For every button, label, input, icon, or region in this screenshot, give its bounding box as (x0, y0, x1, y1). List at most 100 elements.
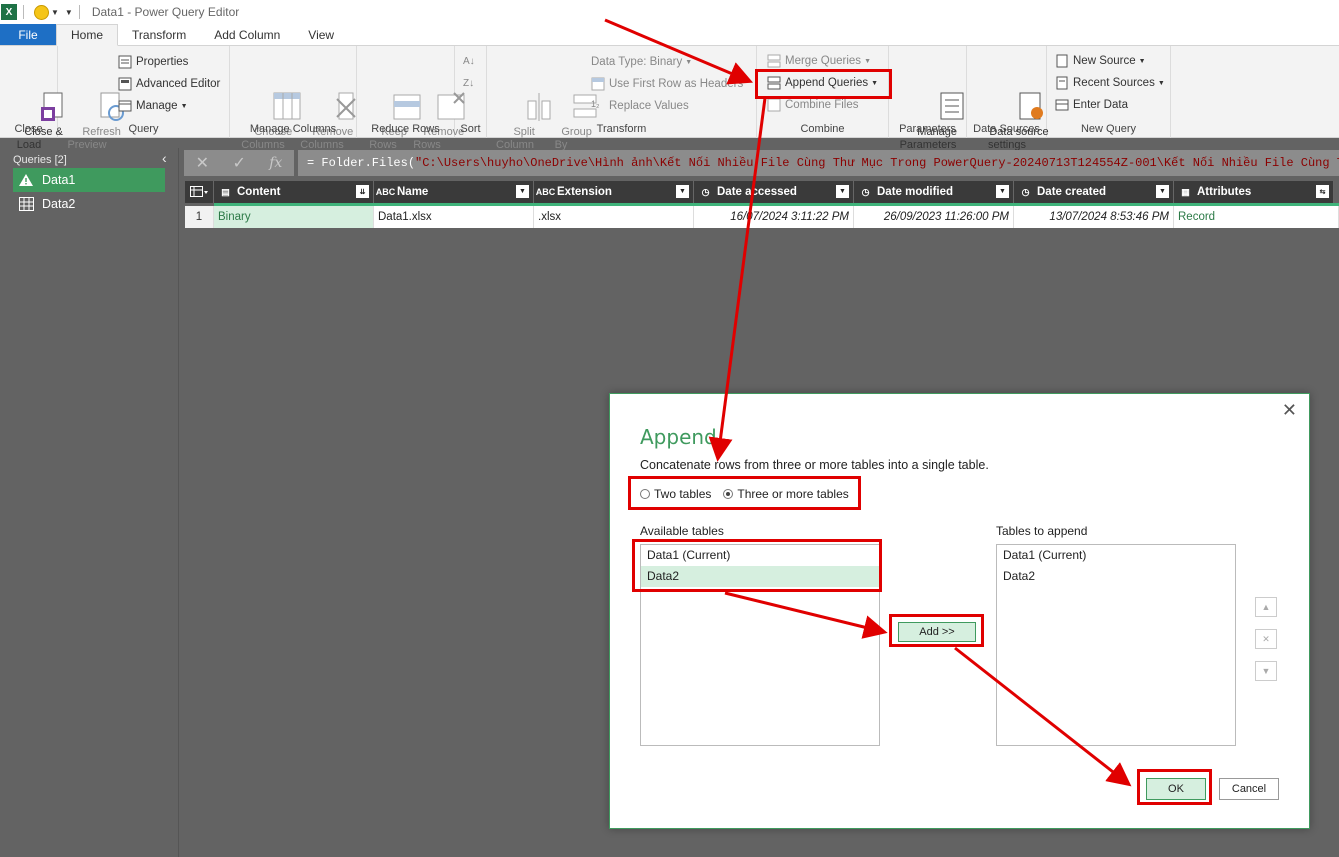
expand-column-icon[interactable]: ⇆ (1316, 185, 1329, 198)
cancel-formula-icon[interactable]: ✕ (196, 153, 209, 173)
filter-dropdown-icon[interactable]: ▼ (676, 185, 689, 198)
formula-input[interactable]: = Folder.Files("C:\Users\huyho\OneDrive\… (298, 150, 1339, 176)
sort-ascending-icon[interactable]: A↓ (463, 52, 475, 70)
column-title: Date accessed (717, 186, 797, 198)
column-header-name[interactable]: ABC Name ▼ (374, 181, 534, 203)
data-type-label: Data Type: Binary (591, 56, 683, 68)
cell-name[interactable]: Data1.xlsx (374, 206, 534, 228)
tab-home[interactable]: Home (56, 24, 119, 46)
list-item[interactable]: Data1 (Current) (641, 545, 879, 566)
close-icon[interactable]: ✕ (1282, 400, 1297, 421)
table-menu-button[interactable] (185, 181, 214, 203)
enter-data-icon (1055, 99, 1069, 111)
data-grid: ▤ Content ⇊ ABC Name ▼ ABC Extension ▼ ◷ Date a… (185, 181, 1339, 229)
ribbon-tabs: File Home Transform Add Column View (0, 24, 1339, 46)
group-manage-columns: Choose Columns Remove Columns Manage Col… (230, 46, 357, 151)
tab-transform[interactable]: Transform (118, 24, 200, 45)
filter-dropdown-icon[interactable]: ▼ (516, 185, 529, 198)
recent-sources-button[interactable]: Recent Sources ▼ (1055, 74, 1165, 92)
table-icon (19, 197, 34, 211)
function-icon[interactable]: fx (269, 155, 282, 171)
move-down-icon[interactable]: ▼ (1255, 661, 1277, 681)
radio-three-or-more[interactable] (723, 489, 734, 499)
text-type-icon: ABC (535, 187, 556, 197)
manage-button[interactable]: Manage ▼ (118, 97, 188, 115)
radio-two-tables[interactable] (640, 489, 650, 499)
data-type-dropdown[interactable]: Data Type: Binary ▼ (591, 53, 692, 71)
append-dialog: ✕ Append Concatenate rows from three or … (609, 393, 1310, 829)
collapse-pane-icon[interactable]: ‹ (162, 150, 167, 166)
column-header-content[interactable]: ▤ Content ⇊ (214, 181, 374, 203)
advanced-editor-button[interactable]: Advanced Editor (118, 75, 220, 93)
list-item[interactable]: Data1 (Current) (997, 545, 1235, 566)
group-parameters: Manage Parameters Parameters (889, 46, 967, 151)
divider (78, 5, 80, 19)
table-count-options: Two tables Three or more tables (640, 487, 849, 501)
cell-date-accessed[interactable]: 16/07/2024 3:11:22 PM (694, 206, 854, 228)
remove-item-icon[interactable]: ✕ (1255, 629, 1277, 649)
divider (23, 5, 24, 19)
move-up-icon[interactable]: ▲ (1255, 597, 1277, 617)
refresh-icon (72, 78, 125, 121)
list-item[interactable]: Data2 (997, 566, 1235, 587)
recent-sources-label: Recent Sources (1073, 77, 1155, 89)
title-bar: X ▼ ▼ Data1 - Power Query Editor (0, 0, 1339, 24)
properties-label: Properties (136, 56, 189, 68)
qat-customize-icon[interactable]: ▼ (65, 8, 73, 17)
list-item[interactable]: Data2 (641, 566, 879, 587)
available-tables-list[interactable]: Data1 (Current) Data2 (640, 544, 880, 746)
use-first-row-button[interactable]: Use First Row as Headers (591, 75, 743, 93)
expand-column-icon[interactable]: ⇊ (356, 185, 369, 198)
properties-button[interactable]: Properties (118, 53, 188, 71)
sort-descending-icon[interactable]: Z↓ (463, 74, 474, 92)
column-title: Content (237, 186, 281, 198)
cell-date-modified[interactable]: 26/09/2023 11:26:00 PM (854, 206, 1014, 228)
merge-queries-button[interactable]: Merge Queries ▼ (767, 52, 871, 70)
row-number: 1 (185, 206, 214, 228)
filter-dropdown-icon[interactable]: ▼ (1156, 185, 1169, 198)
column-header-date-created[interactable]: ◷ Date created ▼ (1014, 181, 1174, 203)
chevron-down-icon: ▼ (871, 79, 879, 87)
column-header-attributes[interactable]: ▦ Attributes ⇆ (1174, 181, 1334, 203)
add-button[interactable]: Add >> (898, 622, 976, 642)
cell-attributes[interactable]: Record (1174, 206, 1339, 228)
cell-date-created[interactable]: 13/07/2024 8:53:46 PM (1014, 206, 1174, 228)
enter-data-button[interactable]: Enter Data (1055, 96, 1128, 114)
chevron-down-icon: ▼ (1157, 79, 1165, 87)
column-title: Date created (1037, 186, 1107, 198)
new-source-button[interactable]: New Source ▼ (1055, 52, 1146, 70)
formula-prefix: = Folder.Files( (307, 156, 416, 170)
record-type-icon: ▦ (1181, 186, 1190, 197)
cell-content[interactable]: Binary (214, 206, 374, 228)
tables-to-append-list[interactable]: Data1 (Current) Data2 (996, 544, 1236, 746)
tab-view[interactable]: View (294, 24, 348, 45)
replace-values-button[interactable]: 1₂ Replace Values (591, 97, 689, 115)
column-header-extension[interactable]: ABC Extension ▼ (534, 181, 694, 203)
filter-dropdown-icon[interactable]: ▼ (836, 185, 849, 198)
manage-label: Manage (136, 100, 178, 112)
combine-files-icon (767, 98, 781, 112)
cancel-button[interactable]: Cancel (1219, 778, 1279, 800)
combine-files-button[interactable]: Combine Files (767, 96, 859, 114)
append-queries-button[interactable]: Append Queries ▼ (767, 74, 878, 92)
tab-file[interactable]: File (0, 24, 56, 45)
query-item-data1[interactable]: Data1 (13, 168, 165, 192)
excel-logo-icon: X (1, 4, 17, 20)
filter-dropdown-icon[interactable]: ▼ (996, 185, 1009, 198)
group-label-query: Query (128, 123, 159, 135)
group-label-parameters: Parameters (899, 123, 956, 135)
advanced-editor-label: Advanced Editor (136, 78, 221, 90)
table-icon (190, 186, 208, 197)
ok-button[interactable]: OK (1146, 778, 1206, 800)
cell-extension[interactable]: .xlsx (534, 206, 694, 228)
query-item-data2[interactable]: Data2 (13, 192, 165, 216)
feedback-smiley-icon[interactable] (34, 4, 49, 20)
column-header-date-accessed[interactable]: ◷ Date accessed ▼ (694, 181, 854, 203)
advanced-editor-icon (118, 77, 132, 91)
tab-add-column[interactable]: Add Column (200, 24, 294, 45)
radio-three-label: Three or more tables (737, 487, 849, 501)
confirm-formula-icon[interactable]: ✓ (232, 153, 245, 173)
group-query: Refresh Preview Properties Advanced Edit… (58, 46, 230, 151)
qat-dropdown-icon[interactable]: ▼ (51, 8, 59, 17)
column-header-date-modified[interactable]: ◷ Date modified ▼ (854, 181, 1014, 203)
